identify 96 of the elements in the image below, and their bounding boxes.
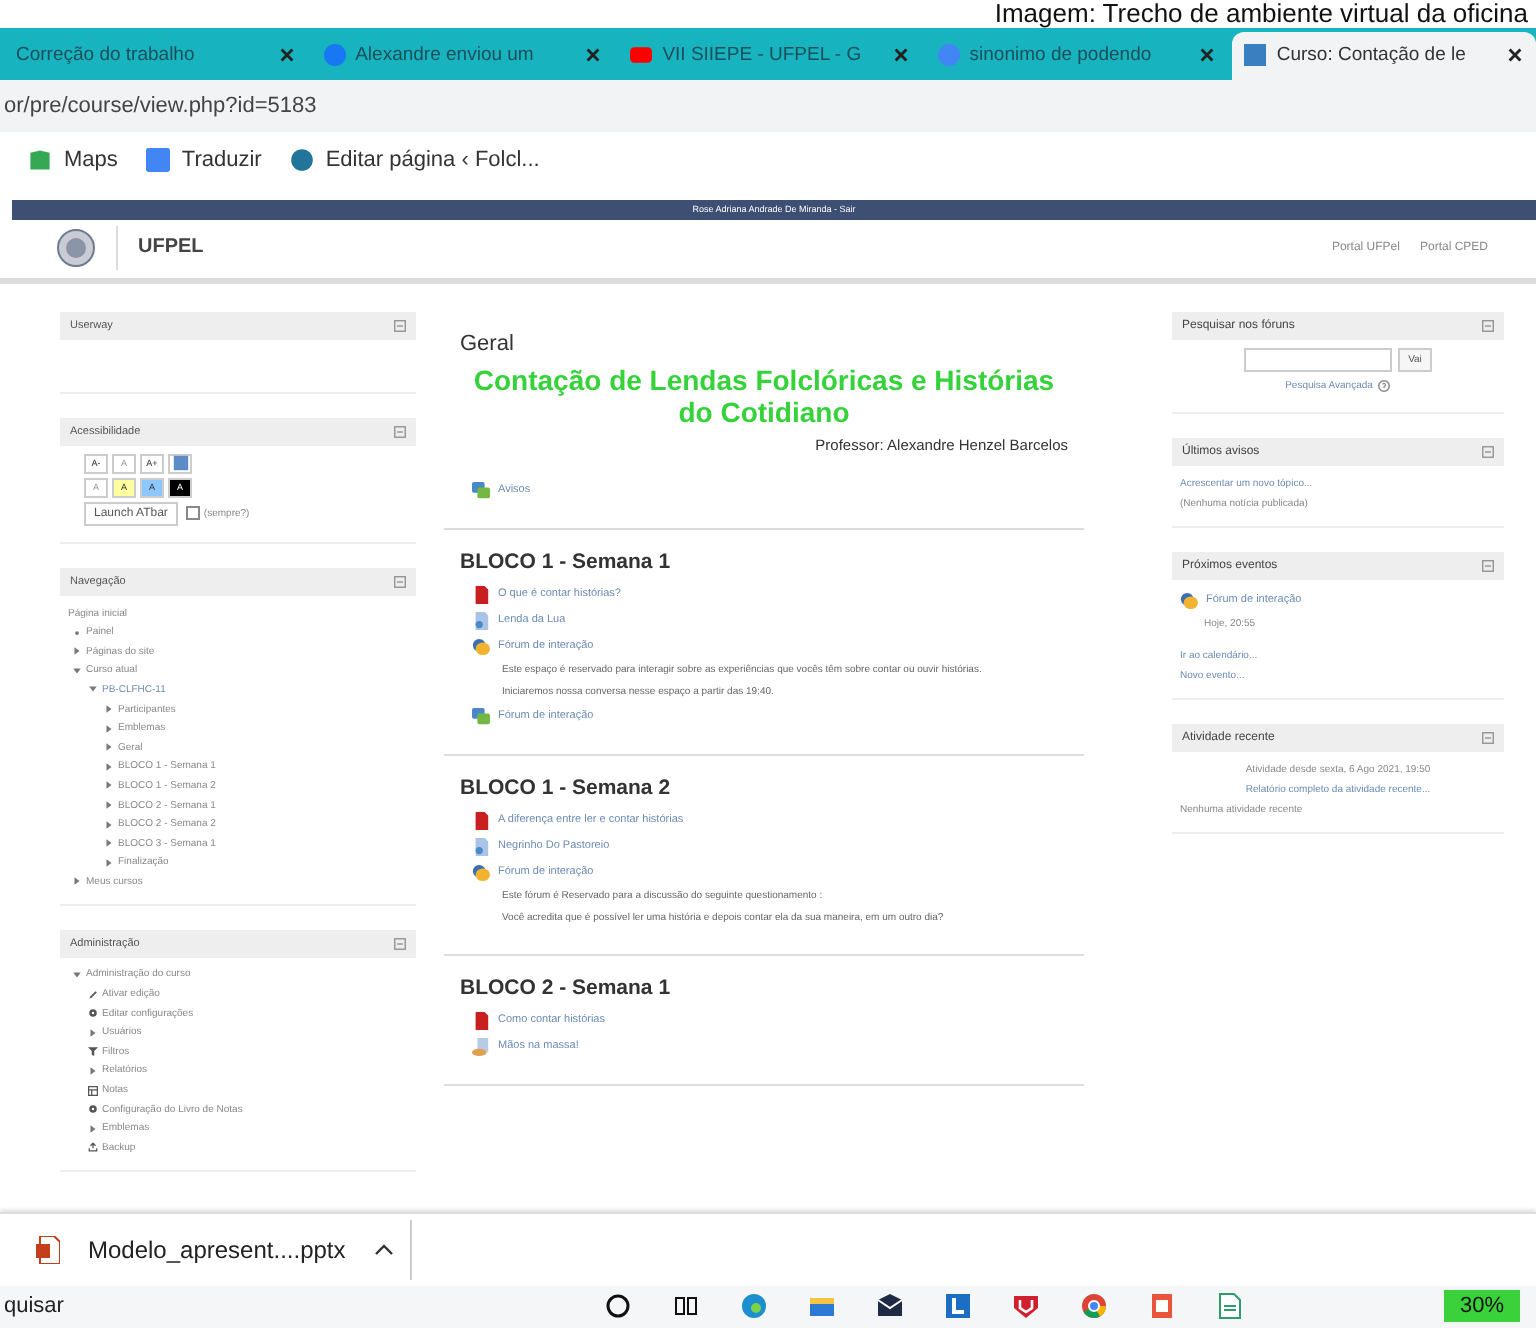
browser-tab[interactable]: VII SIIEPE - UFPEL - G bbox=[618, 31, 922, 80]
backup-icon bbox=[88, 1142, 98, 1153]
browser-tab[interactable]: sinonimo de podendo bbox=[925, 31, 1229, 80]
checkbox[interactable] bbox=[185, 506, 200, 521]
expand-arrow-icon[interactable] bbox=[104, 742, 114, 753]
lesson-icon bbox=[472, 1037, 490, 1056]
play-icon bbox=[630, 44, 653, 67]
task-view-icon[interactable] bbox=[672, 1292, 700, 1321]
atbar-icon[interactable] bbox=[168, 453, 192, 474]
collapse-icon[interactable] bbox=[394, 575, 406, 588]
forum-chat-icon bbox=[1180, 591, 1198, 610]
bullet-icon bbox=[72, 627, 82, 638]
circle-icon[interactable] bbox=[604, 1292, 632, 1321]
pdf-file-icon bbox=[472, 1011, 490, 1030]
search-field[interactable] bbox=[1244, 347, 1393, 372]
collapse-icon[interactable] bbox=[1482, 445, 1494, 458]
expand-arrow-icon[interactable] bbox=[72, 665, 82, 676]
facebook-icon bbox=[323, 44, 346, 67]
tab-title: Correção do trabalho bbox=[16, 44, 197, 67]
browser-tab[interactable]: Correção do trabalho bbox=[4, 31, 308, 80]
close-icon[interactable] bbox=[584, 46, 603, 65]
expand-arrow-icon[interactable] bbox=[104, 723, 114, 734]
wordpress-icon bbox=[289, 147, 314, 172]
image-caption: Imagem: Trecho de ambiente virtual da oficina bbox=[992, 0, 1530, 28]
browser-tab[interactable]: Alexandre enviou um bbox=[311, 31, 615, 80]
browser-icon[interactable] bbox=[740, 1292, 768, 1321]
expand-arrow-icon[interactable] bbox=[72, 876, 82, 887]
section-title: BLOCO 1 - Semana 1 bbox=[460, 549, 673, 574]
expand-arrow-icon[interactable] bbox=[104, 857, 114, 868]
battery-indicator[interactable]: 30% bbox=[1443, 1290, 1520, 1323]
document-icon[interactable] bbox=[1216, 1292, 1244, 1321]
pdf-file-icon bbox=[472, 811, 490, 830]
tab-title: sinonimo de podendo bbox=[969, 44, 1154, 67]
tab-title: Curso: Contação de le bbox=[1276, 44, 1468, 67]
forum-bubbles-icon bbox=[472, 707, 490, 726]
section-title: BLOCO 2 - Semana 1 bbox=[460, 975, 673, 1000]
forum-bubbles-icon bbox=[472, 481, 490, 500]
close-icon[interactable] bbox=[277, 46, 296, 65]
close-icon[interactable] bbox=[891, 46, 910, 65]
settings-icon bbox=[88, 1008, 98, 1019]
google-icon bbox=[937, 44, 960, 67]
download-item[interactable]: Modelo_apresent....pptx bbox=[20, 1220, 412, 1281]
expand-arrow-icon[interactable] bbox=[104, 838, 114, 849]
collapse-icon[interactable] bbox=[394, 937, 406, 950]
close-icon[interactable] bbox=[1505, 46, 1524, 65]
help-icon[interactable] bbox=[1378, 379, 1391, 392]
collapse-icon[interactable] bbox=[394, 425, 406, 438]
forum-chat-icon bbox=[472, 863, 490, 882]
expand-arrow-icon[interactable] bbox=[104, 780, 114, 791]
address-field[interactable]: or/pre/course/view.php?id=5183 bbox=[4, 93, 317, 118]
mail-icon[interactable] bbox=[876, 1292, 904, 1321]
folder-icon[interactable] bbox=[808, 1292, 836, 1321]
expand-arrow-icon[interactable] bbox=[72, 646, 82, 657]
section-title: Geral bbox=[460, 331, 516, 356]
pencil-icon bbox=[88, 989, 98, 1000]
crest-logo-icon bbox=[56, 228, 96, 269]
expand-arrow-icon[interactable] bbox=[88, 1123, 98, 1134]
expand-arrow-icon[interactable] bbox=[88, 1027, 98, 1038]
page-icon bbox=[472, 837, 490, 856]
expand-arrow-icon[interactable] bbox=[88, 1065, 98, 1076]
expand-arrow-icon[interactable] bbox=[88, 684, 98, 695]
shield-icon[interactable] bbox=[1012, 1292, 1040, 1321]
filter-icon bbox=[88, 1046, 98, 1057]
forum-chat-icon bbox=[472, 637, 490, 656]
section-title: BLOCO 1 - Semana 2 bbox=[460, 775, 673, 800]
site-name: UFPEL bbox=[116, 226, 204, 271]
pptx-file-icon bbox=[36, 1236, 60, 1265]
collapse-icon[interactable] bbox=[1482, 319, 1494, 332]
expand-arrow-icon[interactable] bbox=[104, 704, 114, 715]
map-icon bbox=[28, 147, 52, 172]
pdf-file-icon bbox=[472, 585, 490, 604]
browser-tab[interactable]: Curso: Contação de le bbox=[1232, 31, 1536, 80]
bookmark[interactable]: Traduzir bbox=[145, 147, 262, 172]
collapse-icon[interactable] bbox=[1482, 731, 1494, 744]
collapse-icon[interactable] bbox=[1482, 559, 1494, 572]
close-icon[interactable] bbox=[1198, 46, 1217, 65]
app-icon[interactable] bbox=[944, 1292, 972, 1321]
tab-title: Alexandre enviou um bbox=[355, 44, 536, 67]
settings-icon bbox=[88, 1104, 98, 1115]
collapse-icon[interactable] bbox=[394, 319, 406, 332]
site-icon bbox=[1244, 44, 1267, 67]
chrome-icon[interactable] bbox=[1080, 1292, 1108, 1321]
caret-icon bbox=[373, 1244, 394, 1257]
translate-icon bbox=[145, 147, 170, 172]
expand-arrow-icon[interactable] bbox=[104, 819, 114, 830]
bookmark[interactable]: Editar página ‹ Folcl... bbox=[289, 147, 540, 172]
course-title: Contação de Lendas Folclóricas e Histórias do Cotidiano bbox=[471, 363, 1057, 428]
expand-arrow-icon[interactable] bbox=[104, 761, 114, 772]
page-icon bbox=[472, 611, 490, 630]
grid-icon bbox=[88, 1085, 98, 1096]
expand-arrow-icon[interactable] bbox=[104, 800, 114, 811]
expand-arrow-icon[interactable] bbox=[72, 969, 82, 980]
taskbar-search-field[interactable]: quisar bbox=[0, 1294, 604, 1319]
tab-title: VII SIIEPE - UFPEL - G bbox=[662, 44, 864, 67]
note-icon[interactable] bbox=[1148, 1292, 1176, 1321]
bookmark[interactable]: Maps bbox=[28, 147, 118, 172]
